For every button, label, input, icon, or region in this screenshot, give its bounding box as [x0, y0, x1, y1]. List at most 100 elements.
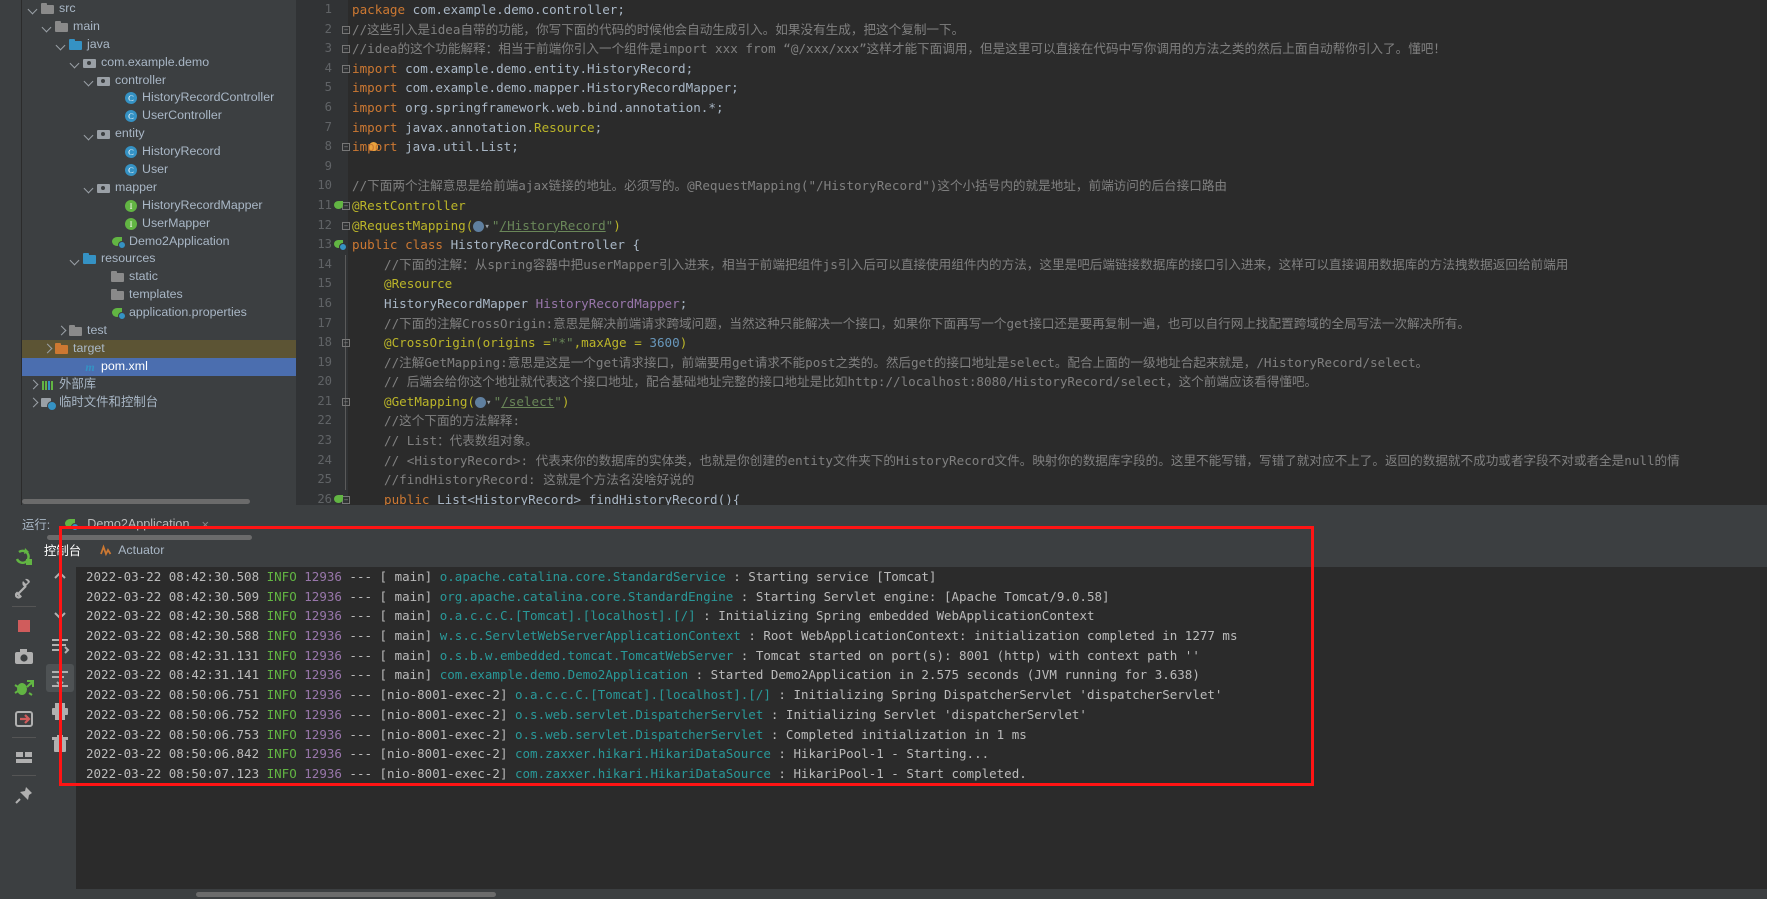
tab-actuator[interactable]: Actuator — [99, 543, 164, 557]
chevron-right-icon[interactable] — [42, 343, 53, 354]
tree-item-usermapper[interactable]: I UserMapper — [22, 215, 296, 233]
code-line[interactable]: 3 −//idea的这个功能解释：相当于前端你引入一个组件是import xxx … — [296, 39, 1767, 59]
tree-item-demo2application[interactable]: Demo2Application — [22, 233, 296, 251]
code-line[interactable]: 18 − @CrossOrigin(origins ="*",maxAge = 36… — [296, 333, 1767, 354]
tree-item-user[interactable]: C User — [22, 161, 296, 179]
tree-item-entity[interactable]: entity — [22, 125, 296, 143]
code-line[interactable]: 6 import org.springframework.web.bind.ann… — [296, 98, 1767, 118]
chevron-down-icon[interactable] — [84, 182, 95, 193]
rerun-icon[interactable] — [10, 543, 38, 571]
code-line[interactable]: 15 @Resource — [296, 274, 1767, 295]
code-editor[interactable]: 1 package com.example.demo.controller; 2− /… — [296, 0, 1767, 505]
pin-icon[interactable] — [10, 781, 38, 809]
chevron-down-icon[interactable] — [56, 39, 67, 50]
soft-wrap-icon[interactable] — [46, 631, 74, 659]
code-line[interactable]: 20 // 后端会给你这个地址就代表这个接口地址，配合基础地址完整的接口地址是比如… — [296, 372, 1767, 393]
tree-item-application.properties[interactable]: application.properties — [22, 304, 296, 322]
code-line[interactable]: 12 −@RequestMapping( "/HistoryRecord") — [296, 216, 1767, 238]
tree-item-controller[interactable]: controller — [22, 72, 296, 90]
chevron-down-icon[interactable] — [84, 75, 95, 86]
tree-item-src[interactable]: src — [22, 0, 296, 18]
code-line[interactable]: 26− public List<HistoryRecord> findHistor… — [296, 490, 1767, 505]
tree-item-historyrecord[interactable]: C HistoryRecord — [22, 143, 296, 161]
code-line[interactable]: 9 — [296, 157, 1767, 177]
chevron-down-icon[interactable] — [84, 129, 95, 140]
code-line[interactable]: 25 //findHistoryRecord: 这就是个方法名没啥好说的 — [296, 470, 1767, 491]
tree-item-test[interactable]: test — [22, 322, 296, 340]
console-actions-toolbar[interactable] — [44, 565, 76, 825]
tree-item----[interactable]: 外部库 — [22, 376, 296, 394]
tree-item-main[interactable]: main — [22, 18, 296, 36]
editor-vertical-scrollbar[interactable] — [1755, 0, 1767, 505]
code-line[interactable]: 1 package com.example.demo.controller; — [296, 0, 1767, 20]
chevron-down-icon[interactable] — [28, 3, 39, 14]
chevron-right-icon[interactable] — [28, 379, 39, 390]
console-tab-bar[interactable]: 控制台 Actuator — [44, 538, 164, 562]
close-icon[interactable]: × — [201, 517, 209, 532]
code-line[interactable]: 4 − import com.example.demo.entity.History… — [296, 59, 1767, 79]
chevron-down-icon[interactable] — [70, 254, 81, 265]
tree-item-java[interactable]: java — [22, 36, 296, 54]
settings-icon[interactable] — [10, 574, 38, 602]
tree-item-com.example.demo[interactable]: com.example.demo — [22, 54, 296, 72]
code-line[interactable]: 22 //这个下面的方法解释: — [296, 411, 1767, 432]
code-line[interactable]: 16 HistoryRecordMapper HistoryRecordMappe… — [296, 293, 1767, 314]
tree-item-historyrecordmapper[interactable]: I HistoryRecordMapper — [22, 197, 296, 215]
chevron-right-icon[interactable] — [28, 397, 39, 408]
scroll-to-end-icon[interactable] — [46, 664, 74, 692]
code-line[interactable]: 11− @RestController — [296, 196, 1767, 216]
chevron-right-icon[interactable] — [56, 325, 67, 336]
tree-item-pom.xml[interactable]: m pom.xml — [22, 357, 296, 376]
trash-icon[interactable] — [46, 730, 74, 758]
code-line[interactable]: 17 //下面的注解CrossOrigin:意思是解决前端请求跨域问题，当然这种只… — [296, 313, 1767, 334]
code-line[interactable]: 19 //注解GetMapping:意思是这是一个get请求接口，前端要用get请… — [296, 352, 1767, 373]
spring-leaf-gutter-icon[interactable] — [334, 494, 346, 505]
tree-item-usercontroller[interactable]: C UserController — [22, 107, 296, 125]
code-line[interactable]: 21 − @GetMapping( "/select") — [296, 391, 1767, 413]
spring-bean-gutter-icon[interactable] — [334, 239, 346, 251]
tree-item-mapper[interactable]: mapper — [22, 179, 296, 197]
bottom-horizontal-scrollbar[interactable] — [196, 892, 496, 897]
run-controls-toolbar[interactable] — [6, 543, 42, 843]
tab-console[interactable]: 控制台 — [44, 541, 81, 559]
stop-icon[interactable] — [10, 612, 38, 640]
chevron-down-icon[interactable] — [70, 57, 81, 68]
exit-icon[interactable] — [10, 705, 38, 733]
camera-icon[interactable] — [10, 643, 38, 671]
run-panel-horizontal-scrollbar[interactable] — [22, 535, 1767, 540]
run-configuration-tab[interactable]: Demo2Application × — [64, 517, 209, 532]
code-line[interactable]: 14 //下面的注解：从spring容器中把userMapper引入进来，相当于前… — [296, 254, 1767, 275]
console-output[interactable]: 2022-03-22 08:42:30.508 INFO 12936 --- [… — [76, 567, 1767, 897]
fold-toggle-icon[interactable]: − — [342, 221, 350, 230]
web-endpoint-icon[interactable] — [475, 394, 491, 413]
layout-icon[interactable] — [10, 743, 38, 771]
fold-toggle-icon[interactable]: − — [342, 64, 350, 73]
fold-toggle-icon[interactable]: − — [342, 45, 350, 54]
tree-item---------[interactable]: 临时文件和控制台 — [22, 394, 296, 412]
print-icon[interactable] — [46, 697, 74, 725]
code-line[interactable]: 8 − import java.util.List; — [296, 137, 1767, 157]
code-line[interactable]: 5 import com.example.demo.mapper.HistoryR… — [296, 78, 1767, 98]
chevron-down-icon[interactable] — [42, 21, 53, 32]
code-line[interactable]: 10 //下面两个注解意思是给前端ajax链接的地址。必须写的。@RequestM… — [296, 176, 1767, 196]
project-tree-horizontal-scrollbar[interactable] — [22, 498, 296, 505]
tree-item-templates[interactable]: templates — [22, 286, 296, 304]
tree-item-historyrecordcontroller[interactable]: C HistoryRecordController — [22, 89, 296, 107]
code-line[interactable]: 2 −//这些引入是idea自带的功能，你写下面的代码的时候他会自动生成引入。如果… — [296, 20, 1767, 40]
debug-attach-icon[interactable] — [10, 674, 38, 702]
spring-leaf-gutter-icon[interactable] — [334, 200, 346, 212]
fold-toggle-icon[interactable]: − — [342, 397, 350, 406]
code-line[interactable]: 24 // <HistoryRecord>: 代表来你的数据库的实体类，也就是你创… — [296, 450, 1767, 471]
scroll-up-icon[interactable] — [46, 565, 74, 593]
code-line[interactable]: 23 // List：代表数组对象。 — [296, 431, 1767, 452]
code-line[interactable]: 7 import javax.annotation.Resource; — [296, 118, 1767, 138]
scroll-down-icon[interactable] — [46, 598, 74, 626]
fold-toggle-icon[interactable]: − — [342, 143, 350, 152]
web-endpoint-icon[interactable] — [473, 218, 490, 237]
tree-item-target[interactable]: target — [22, 339, 296, 358]
project-tree-panel[interactable]: src main java com.example.demo controller C Hi… — [22, 0, 296, 505]
fold-toggle-icon[interactable]: − — [342, 25, 350, 34]
code-line[interactable]: 13 public class HistoryRecordController { — [296, 235, 1767, 255]
tree-item-resources[interactable]: resources — [22, 250, 296, 268]
tree-item-static[interactable]: static — [22, 268, 296, 286]
